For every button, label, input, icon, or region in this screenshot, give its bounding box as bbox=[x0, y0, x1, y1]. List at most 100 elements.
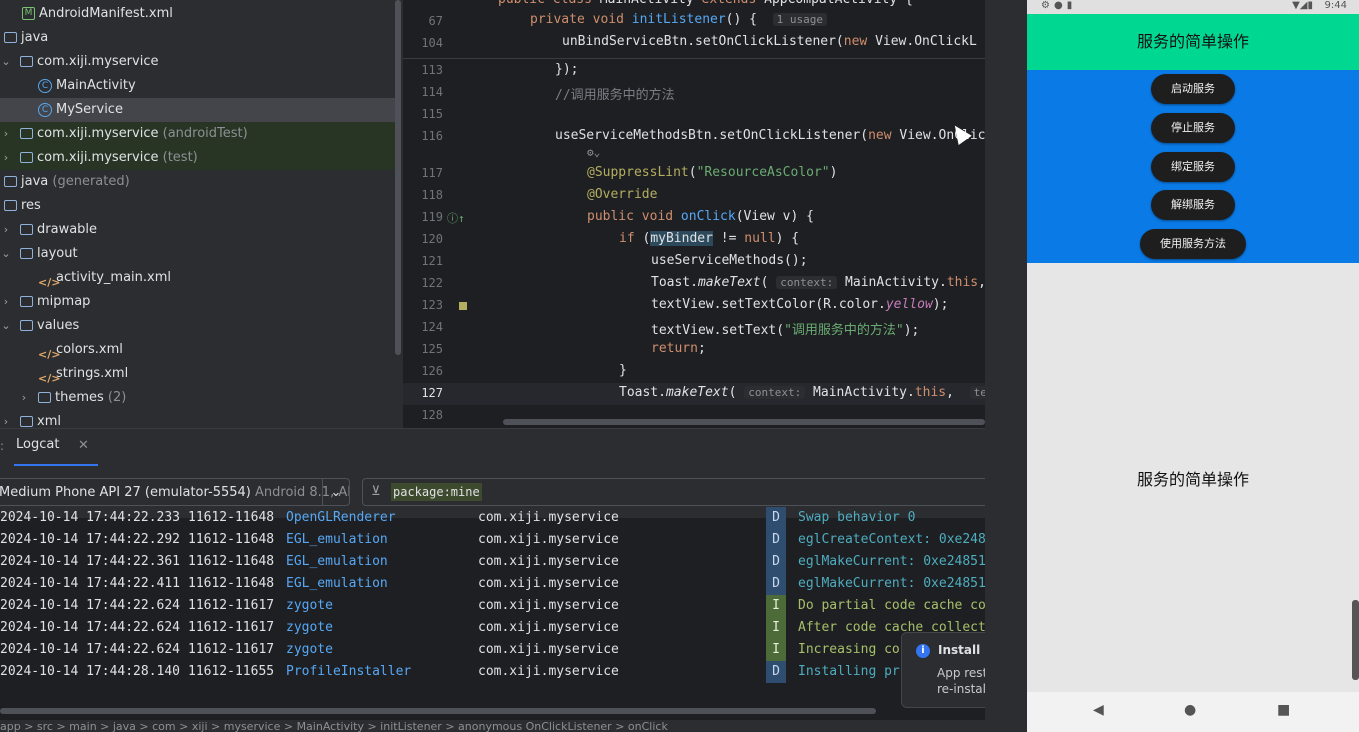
info-icon: i bbox=[916, 644, 930, 658]
tree-item-res[interactable]: res bbox=[0, 194, 395, 218]
class-icon: C bbox=[38, 102, 52, 117]
tree-item-strings-xml[interactable]: </>strings.xml bbox=[0, 362, 395, 386]
logcat-horizontal-scrollbar[interactable] bbox=[0, 708, 876, 714]
line-number: 121 bbox=[421, 254, 443, 268]
tree-item-xml[interactable]: › xml bbox=[0, 410, 395, 428]
tree-item-drawable[interactable]: › drawable bbox=[0, 218, 395, 242]
filter-icon[interactable]: ⊻ bbox=[371, 479, 381, 505]
log-tag: ProfileInstaller bbox=[286, 664, 412, 679]
button-panel: 启动服务 停止服务 绑定服务 解绑服务 使用服务方法 bbox=[1027, 70, 1359, 263]
ai-suggestion-icon[interactable]: ⚙⌄ bbox=[587, 146, 600, 159]
status-notification-icons: ⚙●▮ bbox=[1041, 0, 1077, 11]
chevron-down-icon[interactable]: ⌄ bbox=[0, 314, 12, 338]
log-row[interactable]: 2024-10-14 17:44:22.624 11612-11617 zygote… bbox=[0, 595, 985, 617]
logcat-tab-bar: : Logcat ✕ bbox=[0, 428, 985, 467]
unbind-service-button[interactable]: 解绑服务 bbox=[1151, 190, 1235, 220]
tree-item-activity-main-xml[interactable]: </>activity_main.xml bbox=[0, 266, 395, 290]
tree-item-values[interactable]: ⌄ values bbox=[0, 314, 395, 338]
tree-item-package-test[interactable]: › com.xiji.myservice (test) bbox=[0, 146, 395, 170]
tree-item-package-main[interactable]: ⌄ com.xiji.myservice bbox=[0, 50, 395, 74]
chevron-right-icon[interactable]: › bbox=[0, 290, 12, 314]
log-tag: EGL_emulation bbox=[286, 532, 388, 547]
tree-item-colors-xml[interactable]: </>colors.xml bbox=[0, 338, 395, 362]
package-icon bbox=[20, 152, 33, 163]
chevron-right-icon[interactable]: › bbox=[0, 122, 12, 146]
log-row[interactable]: 2024-10-14 17:44:22.624 11612-11617 zygote… bbox=[0, 639, 985, 661]
device-name: Medium Phone API 27 (emulator-5554) bbox=[0, 485, 251, 500]
tree-item-android-manifest[interactable]: M AndroidManifest.xml bbox=[0, 2, 395, 26]
start-service-button[interactable]: 启动服务 bbox=[1151, 74, 1235, 104]
chevron-down-icon[interactable]: ⌄ bbox=[0, 50, 12, 74]
log-row[interactable]: 2024-10-14 17:44:28.140 11612-11655 Profil… bbox=[0, 661, 985, 683]
line-number: 128 bbox=[421, 408, 443, 422]
editor-horizontal-scrollbar[interactable] bbox=[503, 419, 985, 425]
logcat-filter-input[interactable]: ⊻ package:mine bbox=[362, 478, 985, 506]
log-row[interactable]: 2024-10-14 17:44:22.624 11612-11617 zygote… bbox=[0, 617, 985, 639]
log-tag: EGL_emulation bbox=[286, 554, 388, 569]
package-icon bbox=[20, 56, 33, 67]
log-pid: 11612-11648 bbox=[188, 532, 275, 547]
emulator-screen[interactable]: ⚙●▮ ▼◢▮ 9:44 服务的简单操作 启动服务 停止服务 绑定服务 解绑服务… bbox=[1027, 0, 1359, 732]
tree-item-java-generated[interactable]: java (generated) bbox=[0, 170, 395, 194]
emulator-side-handle[interactable] bbox=[1352, 600, 1359, 680]
log-timestamp: 2024-10-14 17:44:22.624 bbox=[0, 642, 181, 657]
home-icon[interactable]: ● bbox=[1184, 702, 1196, 718]
log-row[interactable]: 2024-10-14 17:44:22.361 11612-11648 EGL_em… bbox=[0, 551, 985, 573]
usage-hint[interactable]: 1 usage bbox=[772, 13, 827, 26]
log-level: D bbox=[766, 551, 786, 573]
tab-logcat[interactable]: Logcat bbox=[16, 437, 59, 452]
back-icon[interactable]: ◀ bbox=[1093, 702, 1104, 718]
stop-service-button[interactable]: 停止服务 bbox=[1151, 113, 1235, 143]
param-hint: text: bbox=[969, 386, 985, 399]
code-line: private void initListener() { 1 usage bbox=[530, 12, 827, 27]
log-message: eglCreateContext: 0xe248 bbox=[798, 532, 985, 547]
line-gutter: 67 104 113 114 115 116 117 118 119 120 1… bbox=[403, 0, 447, 428]
folder-icon bbox=[20, 416, 33, 427]
chevron-down-icon[interactable]: ⌄ bbox=[322, 479, 349, 505]
tree-item-themes[interactable]: › themes (2) bbox=[0, 386, 395, 410]
log-message: Swap behavior 0 bbox=[798, 510, 916, 525]
tree-item-mainactivity[interactable]: C MainActivity bbox=[0, 74, 395, 98]
log-pid: 11612-11648 bbox=[188, 554, 275, 569]
log-package: com.xiji.myservice bbox=[478, 576, 619, 591]
tree-item-package-androidtest[interactable]: › com.xiji.myservice (androidTest) bbox=[0, 122, 395, 146]
notification-line: App rest bbox=[937, 666, 988, 680]
chevron-right-icon[interactable]: › bbox=[0, 410, 12, 428]
log-tag: zygote bbox=[286, 620, 333, 635]
close-icon[interactable]: ✕ bbox=[78, 438, 89, 453]
code-line: public void onClick(View v) { bbox=[587, 209, 814, 224]
use-service-method-button[interactable]: 使用服务方法 bbox=[1140, 229, 1246, 259]
code-line: unBindServiceBtn.setOnClickListener(new … bbox=[562, 34, 977, 49]
result-text: 服务的简单操作 bbox=[1136, 470, 1249, 489]
line-number: 124 bbox=[421, 320, 443, 334]
log-row[interactable]: 2024-10-14 17:44:22.411 11612-11648 EGL_em… bbox=[0, 573, 985, 595]
tree-item-myservice[interactable]: C MyService bbox=[0, 98, 395, 122]
log-message: eglMakeCurrent: 0xe24851 bbox=[798, 576, 985, 591]
chevron-right-icon[interactable]: › bbox=[0, 218, 12, 242]
notification-body: App rest re-install bbox=[937, 665, 989, 697]
chevron-right-icon[interactable]: › bbox=[18, 386, 30, 410]
log-message: Increasing co bbox=[798, 642, 900, 657]
param-hint: context: bbox=[776, 276, 838, 289]
breadcrumb[interactable]: app > src > main > java > com > xiji > m… bbox=[0, 720, 985, 732]
color-swatch-icon[interactable] bbox=[459, 302, 467, 310]
tree-item-java[interactable]: java bbox=[0, 26, 395, 50]
log-row[interactable]: 2024-10-14 17:44:22.233 11612-11648 OpenGL… bbox=[0, 507, 985, 529]
code-editor[interactable]: 67 104 113 114 115 116 117 118 119 120 1… bbox=[403, 0, 985, 428]
log-message: Do partial code cache co bbox=[798, 598, 985, 613]
manifest-icon: M bbox=[22, 7, 35, 20]
filter-query: package:mine bbox=[391, 483, 482, 501]
line-number: 114 bbox=[421, 85, 443, 99]
log-package: com.xiji.myservice bbox=[478, 642, 619, 657]
chevron-right-icon[interactable]: › bbox=[0, 146, 12, 170]
device-selector[interactable]: Medium Phone API 27 (emulator-5554) Andr… bbox=[0, 478, 350, 506]
tree-item-layout[interactable]: ⌄ layout bbox=[0, 242, 395, 266]
log-row[interactable]: 2024-10-14 17:44:22.292 11612-11648 EGL_em… bbox=[0, 529, 985, 551]
status-bar: ⚙●▮ ▼◢▮ 9:44 bbox=[1027, 0, 1359, 14]
chevron-down-icon[interactable]: ⌄ bbox=[0, 242, 12, 266]
tree-scrollbar[interactable] bbox=[395, 0, 401, 355]
override-gutter-icon[interactable]: ⓘ↑ bbox=[447, 210, 465, 226]
recents-icon[interactable]: ■ bbox=[1277, 702, 1290, 718]
tree-item-mipmap[interactable]: › mipmap bbox=[0, 290, 395, 314]
bind-service-button[interactable]: 绑定服务 bbox=[1151, 152, 1235, 182]
